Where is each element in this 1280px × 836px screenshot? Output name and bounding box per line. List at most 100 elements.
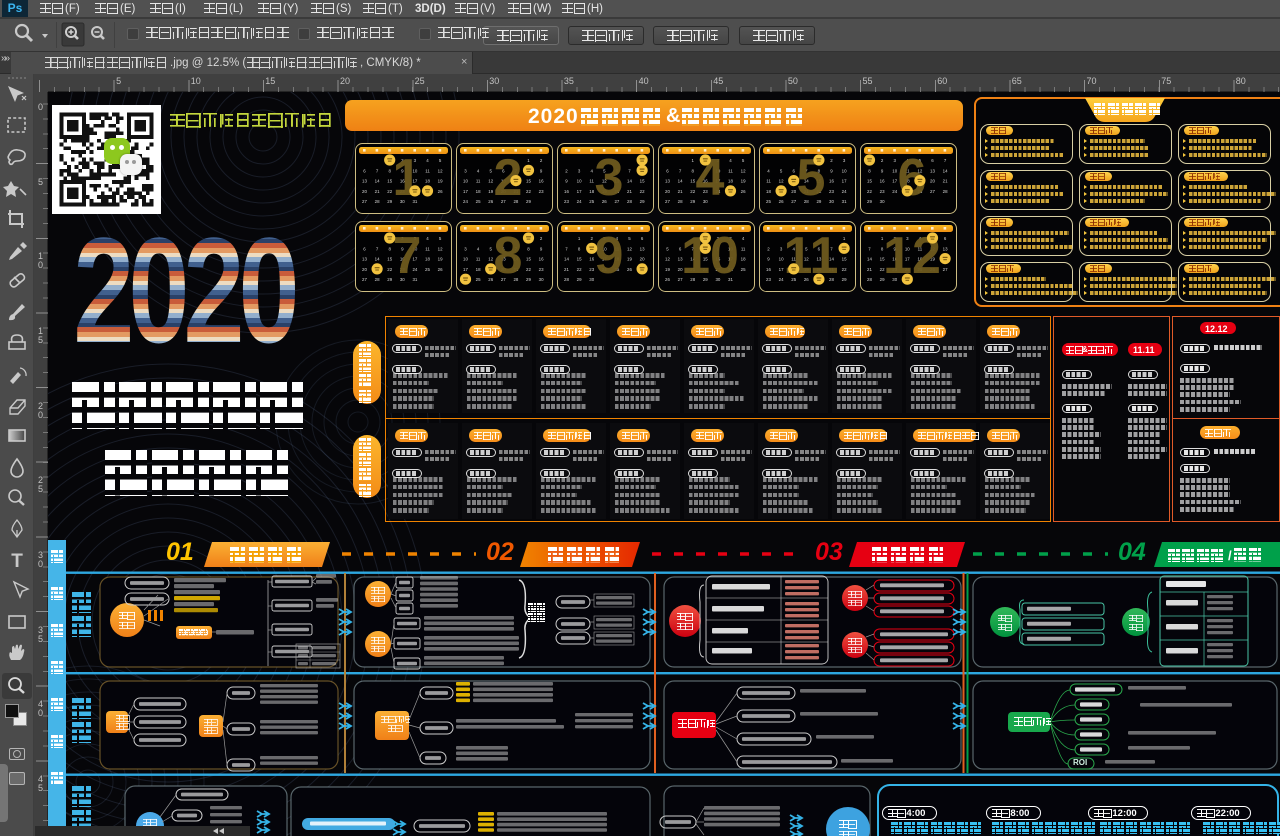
svg-text:8: 8 [494, 227, 523, 285]
svg-text:27: 27 [943, 267, 948, 272]
svg-text:11: 11 [425, 168, 430, 173]
svg-text:22: 22 [577, 267, 582, 272]
svg-text:1: 1 [393, 149, 422, 207]
svg-text:20: 20 [362, 189, 367, 194]
svg-text:25: 25 [766, 199, 771, 204]
svg-text:17: 17 [577, 189, 582, 194]
svg-text:17: 17 [842, 179, 847, 184]
svg-text:19: 19 [665, 267, 670, 272]
svg-text:10: 10 [463, 179, 468, 184]
svg-text:10: 10 [842, 168, 847, 173]
svg-text:30: 30 [539, 277, 544, 282]
svg-text:13: 13 [362, 179, 367, 184]
svg-text:28: 28 [375, 277, 380, 282]
svg-text:17: 17 [463, 267, 468, 272]
svg-text:18: 18 [766, 189, 771, 194]
svg-text:25: 25 [476, 277, 481, 282]
svg-text:23: 23 [766, 277, 771, 282]
svg-text:12: 12 [438, 168, 443, 173]
svg-text:15: 15 [577, 257, 582, 262]
svg-text:15: 15 [526, 179, 531, 184]
svg-text:12: 12 [741, 168, 746, 173]
svg-text:10: 10 [577, 179, 582, 184]
svg-text:18: 18 [425, 179, 430, 184]
svg-text:19: 19 [741, 179, 746, 184]
svg-text:27: 27 [362, 199, 367, 204]
svg-text:11: 11 [476, 257, 481, 262]
svg-text:14: 14 [627, 179, 632, 184]
svg-text:18: 18 [476, 189, 481, 194]
svg-text:9: 9 [595, 227, 624, 285]
svg-text:29: 29 [842, 277, 847, 282]
svg-text:17: 17 [463, 189, 468, 194]
svg-text:20: 20 [362, 267, 367, 272]
svg-text:11: 11 [766, 179, 771, 184]
svg-text:21: 21 [943, 179, 948, 184]
svg-text:29: 29 [867, 199, 872, 204]
svg-text:28: 28 [375, 199, 380, 204]
svg-text:16: 16 [766, 267, 771, 272]
svg-text:21: 21 [564, 267, 569, 272]
svg-text:21: 21 [627, 189, 632, 194]
svg-text:14: 14 [375, 179, 380, 184]
svg-text:28: 28 [867, 277, 872, 282]
svg-text:29: 29 [640, 199, 645, 204]
svg-text:21: 21 [375, 189, 380, 194]
svg-text:22: 22 [640, 189, 645, 194]
svg-text:13: 13 [943, 246, 948, 251]
svg-text:29: 29 [577, 277, 582, 282]
svg-text:18: 18 [741, 257, 746, 262]
svg-text:15: 15 [526, 257, 531, 262]
svg-text:31: 31 [842, 199, 847, 204]
svg-text:16: 16 [880, 179, 885, 184]
svg-text:28: 28 [627, 199, 632, 204]
svg-text:18: 18 [476, 267, 481, 272]
svg-text:27: 27 [665, 199, 670, 204]
svg-text:12: 12 [627, 246, 632, 251]
svg-text:7: 7 [393, 227, 422, 285]
svg-text:24: 24 [577, 199, 582, 204]
svg-text:12: 12 [438, 246, 443, 251]
svg-text:18: 18 [728, 179, 733, 184]
svg-text:14: 14 [678, 179, 683, 184]
svg-text:27: 27 [930, 189, 935, 194]
svg-text:13: 13 [640, 246, 645, 251]
svg-text:11: 11 [784, 227, 839, 285]
svg-text:19: 19 [438, 179, 443, 184]
svg-text:23: 23 [880, 189, 885, 194]
svg-text:14: 14 [564, 257, 569, 262]
svg-text:14: 14 [867, 257, 872, 262]
svg-text:26: 26 [438, 267, 443, 272]
svg-text:26: 26 [438, 189, 443, 194]
svg-text:25: 25 [425, 267, 430, 272]
svg-text:13: 13 [665, 179, 670, 184]
svg-text:13: 13 [930, 168, 935, 173]
svg-text:20: 20 [930, 179, 935, 184]
svg-text:30: 30 [880, 199, 885, 204]
svg-text:10: 10 [463, 257, 468, 262]
svg-text:28: 28 [678, 199, 683, 204]
svg-text:25: 25 [476, 199, 481, 204]
svg-text:20: 20 [665, 189, 670, 194]
svg-text:22: 22 [842, 267, 847, 272]
svg-text:18: 18 [425, 257, 430, 262]
svg-text:11: 11 [476, 179, 481, 184]
svg-text:16: 16 [829, 179, 834, 184]
svg-text:11: 11 [425, 246, 430, 251]
svg-text:20: 20 [640, 257, 645, 262]
svg-text:13: 13 [362, 257, 367, 262]
svg-text:3: 3 [595, 149, 624, 207]
svg-text:29: 29 [526, 199, 531, 204]
svg-text:15: 15 [842, 257, 847, 262]
svg-text:16: 16 [539, 179, 544, 184]
svg-text:23: 23 [829, 189, 834, 194]
svg-text:27: 27 [362, 277, 367, 282]
svg-text:22: 22 [867, 189, 872, 194]
svg-text:28: 28 [564, 277, 569, 282]
svg-text:23: 23 [564, 199, 569, 204]
svg-text:26: 26 [741, 189, 746, 194]
svg-text:19: 19 [438, 257, 443, 262]
svg-text:29: 29 [526, 277, 531, 282]
svg-text:12: 12 [665, 257, 670, 262]
svg-text:16: 16 [539, 257, 544, 262]
